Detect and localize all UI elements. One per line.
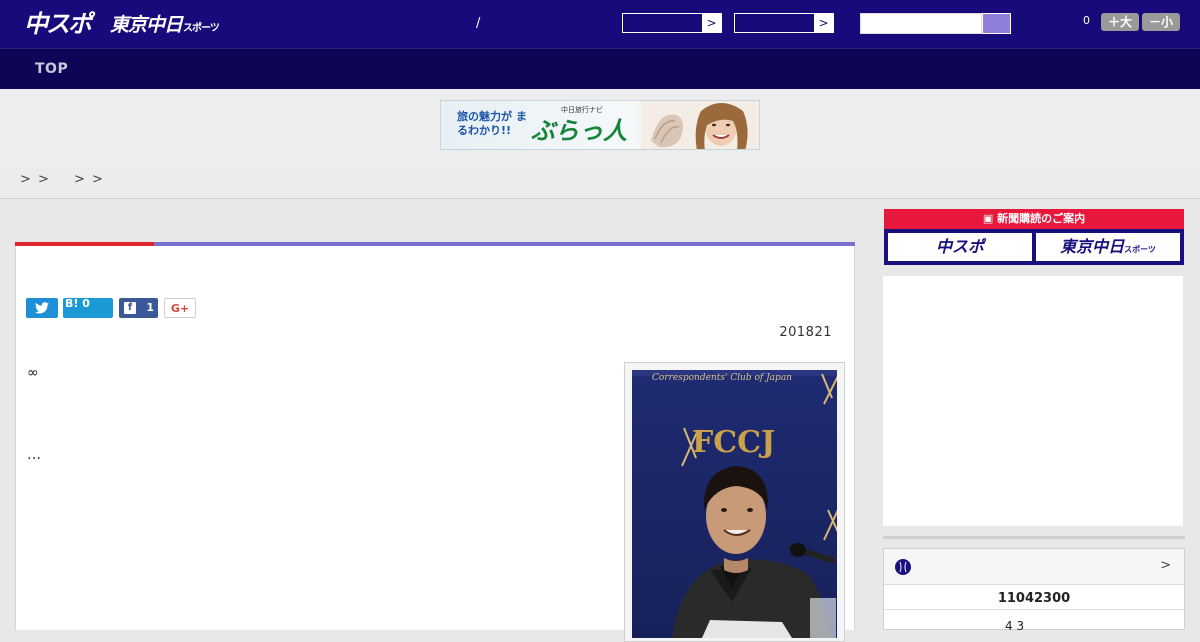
- tokyo-chunichi-logo-sub: スポーツ: [183, 23, 220, 34]
- baseball-seam-icon: [899, 561, 907, 573]
- tokyo-chunichi-logo[interactable]: 東京中日スポーツ: [110, 12, 220, 38]
- breadcrumb-separator: >: [92, 172, 103, 187]
- header-separator: /: [476, 16, 481, 31]
- nav-item-top[interactable]: TOP: [35, 61, 68, 77]
- main-nav: TOP: [0, 48, 1200, 89]
- subscribe-tokyo-sub: スポーツ: [1124, 245, 1156, 254]
- subscribe-chuspo-button[interactable]: 中スポ: [888, 233, 1032, 261]
- chevron-right-icon: >: [814, 14, 833, 32]
- site-header: 中スポ 東京中日スポーツ / > > 0 ＋大 －小: [0, 0, 1200, 48]
- score-panel-header: >: [884, 549, 1184, 585]
- twitter-bird-icon: [35, 302, 49, 314]
- search-button[interactable]: [982, 13, 1011, 34]
- tokyo-chunichi-logo-text: 東京中日: [110, 14, 183, 36]
- article-accent-line: [15, 242, 855, 246]
- baseball-score-panel: > 11042300 4 3: [883, 548, 1185, 633]
- hatena-badge: B! 0: [65, 294, 90, 314]
- facebook-count: 1: [146, 301, 154, 314]
- baseball-icon: [895, 559, 911, 575]
- subscription-title: 新聞購読のご案内: [997, 212, 1086, 225]
- facebook-share-button[interactable]: f 1: [119, 298, 158, 318]
- article-photo-frame: Correspondents' Club of Japan FCCJ: [624, 362, 845, 642]
- press-conference-photo: Correspondents' Club of Japan FCCJ: [632, 370, 837, 638]
- subscription-header[interactable]: ▣ 新聞購読のご案内: [884, 209, 1184, 229]
- breadcrumb-separator: >: [38, 172, 49, 187]
- subscribe-tokyo-label: 東京中日: [1060, 237, 1125, 256]
- article-header: B! 0 f 1 G+ 201821: [15, 242, 855, 352]
- facebook-icon: f: [124, 302, 136, 314]
- search-input[interactable]: [860, 13, 982, 34]
- breadcrumb-separator: >: [74, 172, 85, 187]
- banner-photo: [641, 101, 759, 149]
- score-game-id[interactable]: 11042300: [884, 591, 1184, 606]
- score-line: 4 3: [1005, 619, 1025, 633]
- newspaper-icon: ▣: [982, 212, 998, 225]
- twitter-share-button[interactable]: [26, 298, 58, 318]
- article-paragraph: …: [27, 447, 41, 463]
- category-select-1[interactable]: >: [622, 13, 722, 33]
- article-date: 201821: [779, 325, 832, 340]
- banner-brand: ぶらっ人: [531, 116, 627, 145]
- font-size-value: 0: [1083, 14, 1090, 27]
- travel-banner-ad[interactable]: 旅の魅力が まるわかり!! 中日旅行ナビ ぶらっ人: [440, 100, 760, 150]
- banner-tagline: 旅の魅力が まるわかり!!: [457, 110, 527, 137]
- article-photo[interactable]: Correspondents' Club of Japan FCCJ: [632, 370, 837, 638]
- score-more-link[interactable]: >: [1160, 558, 1171, 573]
- subscribe-tokyo-button[interactable]: 東京中日スポーツ: [1036, 233, 1180, 261]
- hatena-count: 0: [82, 297, 90, 310]
- font-size-increase-button[interactable]: ＋大: [1101, 13, 1139, 31]
- sidebar-ad-slot: [883, 276, 1183, 526]
- score-divider: [884, 609, 1184, 610]
- category-select-2[interactable]: >: [734, 13, 834, 33]
- article-paragraph: ∞: [27, 365, 39, 381]
- subscription-box: ▣ 新聞購読のご案内 中スポ 東京中日スポーツ: [884, 209, 1184, 265]
- chevron-right-icon: >: [702, 14, 721, 32]
- chuspo-logo[interactable]: 中スポ: [24, 9, 92, 39]
- google-plus-share-button[interactable]: G+: [164, 298, 196, 318]
- ad-strip: 旅の魅力が まるわかり!! 中日旅行ナビ ぶらっ人: [0, 89, 1200, 162]
- article-accent-line-red: [15, 242, 154, 246]
- font-size-decrease-button[interactable]: －小: [1142, 13, 1180, 31]
- photo-backdrop-text: Correspondents' Club of Japan: [652, 373, 792, 383]
- sidebar-divider: [883, 536, 1185, 539]
- photo-backdrop-logo: FCCJ: [692, 425, 775, 460]
- article-body: ∞ … Correspondents' Club of Japan FCCJ: [15, 351, 855, 642]
- hatena-label: B!: [65, 297, 79, 310]
- breadcrumb-separator: >: [20, 172, 31, 187]
- hatena-bookmark-button[interactable]: B! 0: [63, 297, 113, 318]
- breadcrumb: > > > >: [0, 161, 1200, 199]
